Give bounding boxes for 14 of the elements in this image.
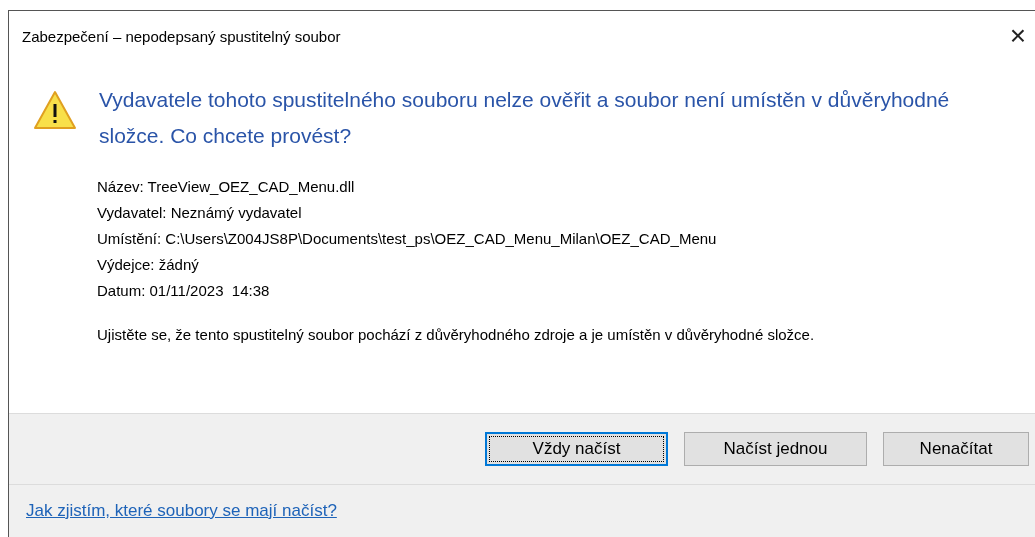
advice-text: Ujistěte se, že tento spustitelný soubor pochází z důvěryhodného zdroje a je umístěn v důvěryhodné složce. <box>97 325 816 345</box>
window-title: Zabezpečení – nepodepsaný spustitelný soubor <box>22 27 341 45</box>
dialog-button[interactable]: Načíst jednou <box>684 432 867 466</box>
close-button[interactable]: × <box>997 22 1035 50</box>
dialog-heading: Vydavatele tohoto spustitelného souboru nelze ověřit a soubor není umístěn v důvěryhodné složce. Co chcete provést? <box>99 87 951 149</box>
detail-line: Vydavatel: Neznámý vydavatel <box>97 203 302 223</box>
help-link[interactable]: Jak zjistím, které soubory se mají načíst? <box>26 501 337 521</box>
dialog-button[interactable]: Vždy načíst <box>485 432 668 466</box>
dialog-button[interactable]: Nenačítat <box>883 432 1029 466</box>
detail-line: Umístění: C:\Users\Z004JS8P\Documents\test_ps\OEZ_CAD_Menu_Milan\OEZ_CAD_Menu <box>97 229 717 249</box>
warning-icon <box>33 90 77 130</box>
detail-line: Název: TreeView_OEZ_CAD_Menu.dll <box>97 177 355 197</box>
detail-line: Výdejce: žádný <box>97 255 199 275</box>
detail-line: Datum: 01/11/2023 14:38 <box>97 281 270 301</box>
